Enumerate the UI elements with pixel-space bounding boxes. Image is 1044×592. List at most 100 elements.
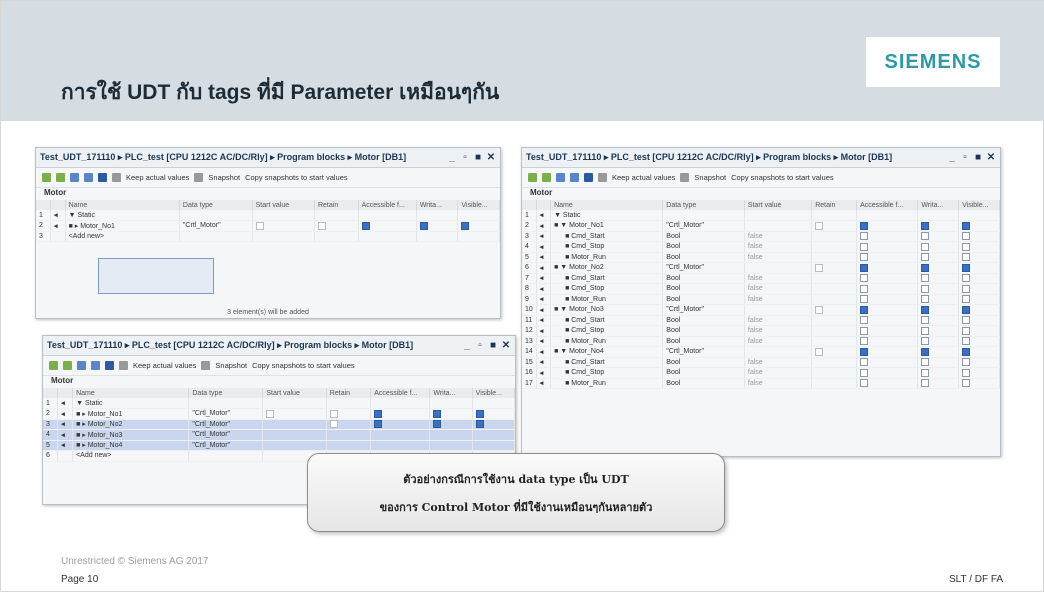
tag-start-value[interactable]: false <box>744 273 813 284</box>
writable-checkbox[interactable] <box>921 253 930 262</box>
accessible-checkbox[interactable] <box>860 263 869 272</box>
table-row[interactable]: 5 ◂ ■ ▸ Motor_No4 "Crtl_Motor" <box>43 440 515 451</box>
accessible-checkbox[interactable] <box>860 242 869 251</box>
table-row[interactable]: 14 ◂ ■ ▼ Motor_No4 "Crtl_Motor" <box>522 346 1000 358</box>
insert-row-icon[interactable] <box>49 361 58 370</box>
table-row[interactable]: 4 ◂ ■ Cmd_Stop Bool false <box>522 241 1000 253</box>
accessible-checkbox[interactable] <box>860 316 869 325</box>
tag-name[interactable]: ■ Motor_Run <box>550 336 664 347</box>
writable-checkbox[interactable] <box>921 242 930 251</box>
tag-type[interactable]: Bool <box>662 294 745 305</box>
visible-checkbox[interactable] <box>962 358 971 367</box>
writable-checkbox[interactable] <box>921 221 930 230</box>
col-name[interactable]: Name <box>72 388 190 398</box>
tag-type[interactable]: Bool <box>662 252 745 263</box>
col-name[interactable]: Name <box>550 200 664 210</box>
tag-type[interactable]: "Crtl_Motor" <box>179 220 253 232</box>
tag-start-value[interactable]: false <box>744 231 813 242</box>
tag-start-value[interactable] <box>744 346 813 358</box>
accessible-checkbox[interactable] <box>860 368 869 377</box>
col-writable[interactable]: Writa... <box>416 200 459 210</box>
visible-checkbox[interactable] <box>962 305 971 314</box>
maximize-icon[interactable]: ■ <box>488 340 498 351</box>
writable-checkbox[interactable] <box>433 409 442 418</box>
table-row[interactable]: 3 <Add new> <box>36 231 500 242</box>
tag-type[interactable]: Bool <box>662 378 745 389</box>
expand-icon[interactable] <box>556 173 565 182</box>
visible-checkbox[interactable] <box>461 221 470 230</box>
table-row[interactable]: 3 ◂ ■ ▸ Motor_No2 "Crtl_Motor" <box>43 419 515 430</box>
tag-name[interactable]: ▼ Static <box>65 210 180 221</box>
close-icon[interactable]: ✕ <box>986 152 996 163</box>
table-row[interactable]: 2 ◂ ■ ▼ Motor_No1 "Crtl_Motor" <box>522 220 1000 232</box>
table-row[interactable]: 9 ◂ ■ Motor_Run Bool false <box>522 294 1000 305</box>
writable-checkbox[interactable] <box>921 284 930 293</box>
table-row[interactable]: 2 ◂ ■ ▸ Motor_No1 "Crtl_Motor" <box>36 220 500 232</box>
tag-start-value[interactable]: false <box>744 294 813 305</box>
tag-type[interactable]: Bool <box>662 367 745 379</box>
snapshot-icon[interactable] <box>194 173 204 182</box>
list-icon[interactable] <box>98 173 107 182</box>
col-start-value[interactable]: Start value <box>252 200 315 210</box>
float-icon[interactable]: ▫ <box>960 152 970 163</box>
accessible-checkbox[interactable] <box>860 379 869 388</box>
tag-start-value[interactable]: false <box>744 357 813 368</box>
writable-checkbox[interactable] <box>419 221 428 230</box>
visible-checkbox[interactable] <box>962 368 971 377</box>
insert-row-icon[interactable] <box>42 173 51 182</box>
tag-type[interactable]: Bool <box>662 325 745 337</box>
accessible-checkbox[interactable] <box>860 284 869 293</box>
col-retain[interactable]: Retain <box>811 200 858 210</box>
tag-name[interactable]: ■ ▼ Motor_No1 <box>550 220 664 232</box>
table-row[interactable]: 1 ◂ ▼ Static <box>43 398 515 409</box>
visible-checkbox[interactable] <box>475 409 484 418</box>
table-row[interactable]: 4 ◂ ■ ▸ Motor_No3 "Crtl_Motor" <box>43 429 515 441</box>
tag-type[interactable]: Bool <box>662 283 745 295</box>
table-row[interactable]: 17 ◂ ■ Motor_Run Bool false <box>522 378 1000 389</box>
tag-type[interactable]: "Crtl_Motor" <box>662 262 745 274</box>
snapshot-icon[interactable] <box>680 173 690 182</box>
visible-checkbox[interactable] <box>962 295 971 304</box>
writable-checkbox[interactable] <box>921 379 930 388</box>
tag-name[interactable]: ▼ Static <box>72 398 190 409</box>
tag-name[interactable]: ■ Motor_Run <box>550 294 664 305</box>
accessible-checkbox[interactable] <box>860 305 869 314</box>
add-new-row[interactable]: <Add new> <box>72 450 190 462</box>
col-data-type[interactable]: Data type <box>188 388 264 398</box>
maximize-icon[interactable]: ■ <box>973 152 983 163</box>
collapse-icon[interactable] <box>84 173 93 182</box>
expand-icon[interactable] <box>70 173 79 182</box>
accessible-checkbox[interactable] <box>860 295 869 304</box>
tag-start-value[interactable]: false <box>744 325 813 337</box>
visible-checkbox[interactable] <box>962 284 971 293</box>
collapse-icon[interactable] <box>570 173 579 182</box>
visible-checkbox[interactable] <box>962 347 971 356</box>
writable-checkbox[interactable] <box>921 305 930 314</box>
table-row[interactable]: 3 ◂ ■ Cmd_Start Bool false <box>522 231 1000 242</box>
table-row[interactable]: 2 ◂ ■ ▸ Motor_No1 "Crtl_Motor" <box>43 408 515 420</box>
writable-checkbox[interactable] <box>921 337 930 346</box>
col-accessible[interactable]: Accessible f... <box>856 200 919 210</box>
tag-name[interactable]: ■ Cmd_Stop <box>550 283 664 295</box>
accessible-checkbox[interactable] <box>374 409 383 418</box>
col-name[interactable]: Name <box>65 200 180 210</box>
col-retain[interactable]: Retain <box>314 200 359 210</box>
col-data-type[interactable]: Data type <box>662 200 745 210</box>
tag-type[interactable]: Bool <box>662 273 745 284</box>
accessible-checkbox[interactable] <box>860 274 869 283</box>
col-start-value[interactable]: Start value <box>262 388 327 398</box>
tag-name[interactable]: ■ Cmd_Stop <box>550 367 664 379</box>
monitor-icon[interactable] <box>112 173 121 182</box>
tag-name[interactable]: ■ Motor_Run <box>550 252 664 263</box>
tag-type[interactable]: Bool <box>662 336 745 347</box>
keep-actual-values-button[interactable]: Keep actual values <box>133 361 196 370</box>
table-row[interactable]: 7 ◂ ■ Cmd_Start Bool false <box>522 273 1000 284</box>
tag-type[interactable]: "Crtl_Motor" <box>662 304 745 316</box>
tag-name[interactable]: ■ Cmd_Stop <box>550 241 664 253</box>
tag-name[interactable]: ■ ▸ Motor_No3 <box>72 429 190 441</box>
tag-name[interactable]: ■ ▼ Motor_No2 <box>550 262 664 274</box>
writable-checkbox[interactable] <box>921 316 930 325</box>
tag-start-value[interactable]: false <box>744 336 813 347</box>
tag-name[interactable]: ■ Cmd_Start <box>550 273 664 284</box>
col-retain[interactable]: Retain <box>326 388 372 398</box>
